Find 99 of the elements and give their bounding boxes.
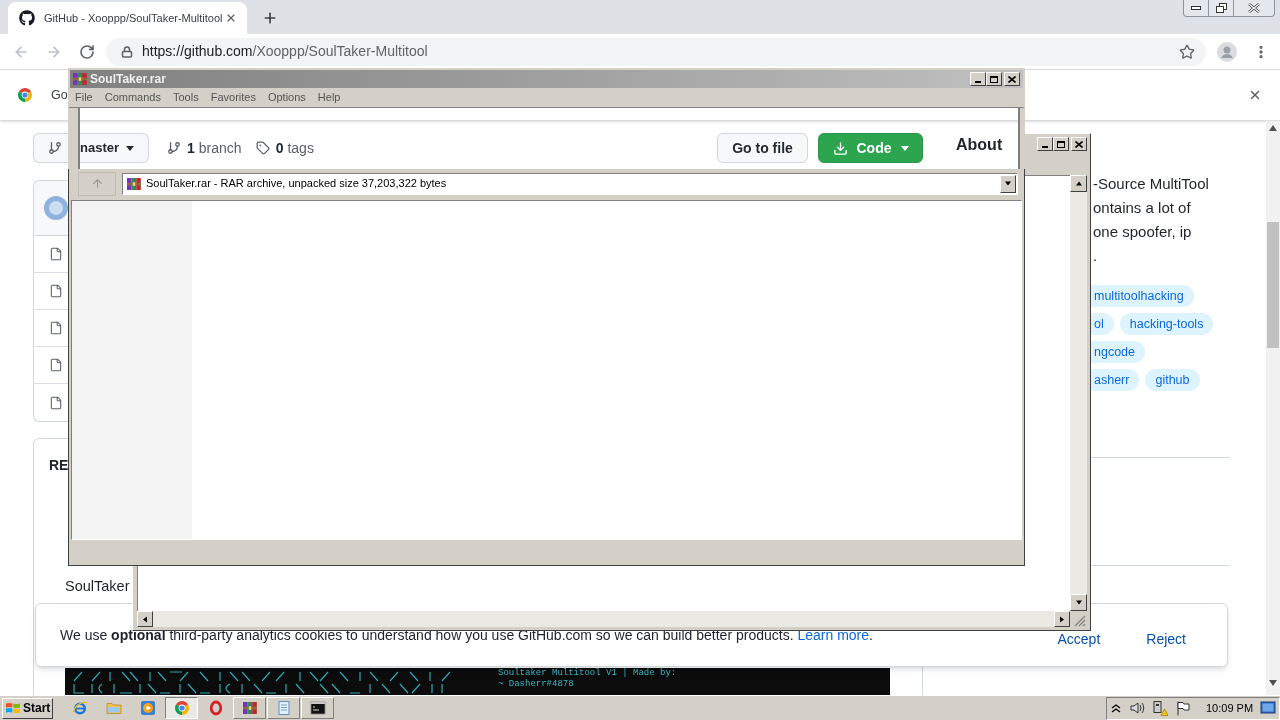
profile-avatar-icon[interactable] [1217, 41, 1237, 62]
window-title: SoulTaker.rar [90, 71, 166, 88]
network-warning-icon[interactable] [1152, 700, 1168, 716]
menu-item[interactable]: Help [311, 89, 347, 106]
arrow-up-icon [90, 177, 104, 190]
go-to-file-button[interactable]: Go to file [717, 133, 808, 163]
close-icon [1248, 3, 1260, 13]
infobar-text: Go [51, 86, 68, 104]
terminal-line: Soultaker Multitool V1 | Made by: [498, 668, 677, 679]
reload-icon[interactable] [79, 43, 95, 60]
folder-icon [105, 700, 122, 716]
maximize-button[interactable] [1053, 137, 1069, 151]
accept-button[interactable]: Accept [1057, 631, 1101, 647]
about-heading: About [956, 135, 1003, 155]
menu-item[interactable]: Commands [98, 89, 167, 106]
lock-icon [121, 45, 133, 58]
avatar-icon [44, 196, 68, 220]
minimize-icon [1191, 6, 1201, 10]
books-icon [126, 175, 142, 192]
books-icon [241, 700, 258, 716]
chevron-up-icon[interactable] [1111, 703, 1121, 713]
branches-link[interactable]: 1 branch [167, 137, 242, 159]
file-icon [49, 246, 63, 262]
branch-icon [167, 141, 182, 155]
start-button[interactable]: Start [2, 697, 53, 719]
browser-icon [71, 700, 88, 716]
topic-tag[interactable]: asherr [1091, 369, 1140, 391]
topic-tag[interactable]: hacking-tools [1119, 313, 1214, 335]
address-bar[interactable]: https://github.com/Xooppp/SoulTaker-Multitool [106, 37, 1206, 66]
star-icon[interactable] [1179, 43, 1195, 60]
maximize-button[interactable] [986, 72, 1002, 86]
menu-item[interactable]: Options [261, 89, 312, 106]
maximize-icon [1057, 140, 1065, 148]
topic-tag[interactable]: github [1145, 369, 1200, 391]
scroll-right-button[interactable] [1054, 611, 1070, 627]
triangle-down-icon [1004, 180, 1012, 187]
download-icon [832, 140, 848, 156]
play-icon [139, 700, 156, 716]
terminal-icon [309, 700, 326, 716]
new-tab-icon[interactable] [262, 10, 278, 26]
menu-item[interactable]: Tools [167, 89, 205, 106]
browser-logo-icon [17, 87, 33, 103]
close-icon [1008, 75, 1016, 83]
branch-button[interactable] [33, 133, 68, 163]
dropdown-button[interactable] [1000, 174, 1016, 193]
maximize-icon [990, 75, 998, 83]
show-desktop-icon[interactable] [1260, 700, 1276, 716]
menu-item[interactable]: Favorites [204, 89, 262, 106]
page-scrollbar[interactable] [1266, 121, 1280, 695]
file-icon [49, 394, 63, 411]
restore-button[interactable] [1209, 0, 1234, 17]
scroll-up-button[interactable] [1070, 175, 1087, 192]
tag-icon [255, 141, 270, 155]
triangle-up-icon [1074, 180, 1083, 187]
scroll-left-button[interactable] [137, 611, 153, 627]
vertical-scrollbar[interactable] [1070, 175, 1087, 611]
terminal-line: ~ Dasherr#4878 [498, 679, 575, 690]
windows-flag-icon [5, 700, 21, 716]
close-icon[interactable] [225, 12, 237, 24]
ring-icon [207, 700, 224, 716]
learn-more-link[interactable]: Learn more [797, 626, 870, 643]
menu-item[interactable]: File [69, 89, 99, 106]
topic-tag[interactable]: ngcode [1091, 341, 1145, 363]
notepad-icon [275, 700, 292, 716]
triangle-left-icon [141, 615, 149, 623]
horizontal-scrollbar[interactable] [137, 611, 1070, 627]
readme-text: SoulTaker [65, 577, 130, 595]
flag-icon[interactable] [1175, 700, 1191, 716]
browser-logo-icon [173, 700, 190, 716]
caret-icon [126, 145, 135, 151]
scroll-down-arrow-icon[interactable] [1269, 680, 1277, 686]
caret-icon [900, 145, 909, 151]
minimize-button[interactable] [1183, 0, 1209, 17]
about-description: -Source MultiTool ontains a lot of one spoofer, ip . [1093, 174, 1209, 266]
speaker-icon[interactable] [1129, 700, 1145, 716]
site-logo-icon [19, 10, 35, 26]
file-icon [49, 320, 63, 336]
file-icon [49, 283, 63, 299]
readme-heading: RE [49, 457, 69, 473]
branch-button[interactable]: naster [80, 133, 150, 163]
scrollbar-thumb[interactable] [1267, 222, 1279, 348]
topic-tag[interactable]: multitoolhacking [1091, 285, 1194, 307]
books-icon [72, 71, 88, 87]
branch-icon [48, 141, 62, 155]
restore-icon [1215, 3, 1227, 13]
reject-button[interactable]: Reject [1146, 631, 1186, 647]
file-icon [49, 357, 63, 373]
close-icon [1075, 140, 1083, 148]
clock-text[interactable]: 10:09 PM [1206, 699, 1254, 717]
code-button[interactable]: Code [818, 133, 923, 163]
scroll-down-button[interactable] [1070, 594, 1087, 611]
tags-link[interactable]: 0 tags [255, 137, 314, 159]
browser-tab[interactable]: GitHub - Xooppp/SoulTaker-Multitool [8, 2, 247, 34]
scroll-up-arrow-icon[interactable] [1269, 125, 1277, 131]
close-icon[interactable] [1248, 88, 1262, 102]
triangle-right-icon [1058, 615, 1066, 623]
triangle-down-icon [1074, 599, 1083, 606]
topic-tag[interactable]: ol [1091, 313, 1114, 335]
path-dropdown[interactable]: SoulTaker.rar - RAR archive, unpacked size 37,203,322 bytes [122, 172, 1018, 195]
